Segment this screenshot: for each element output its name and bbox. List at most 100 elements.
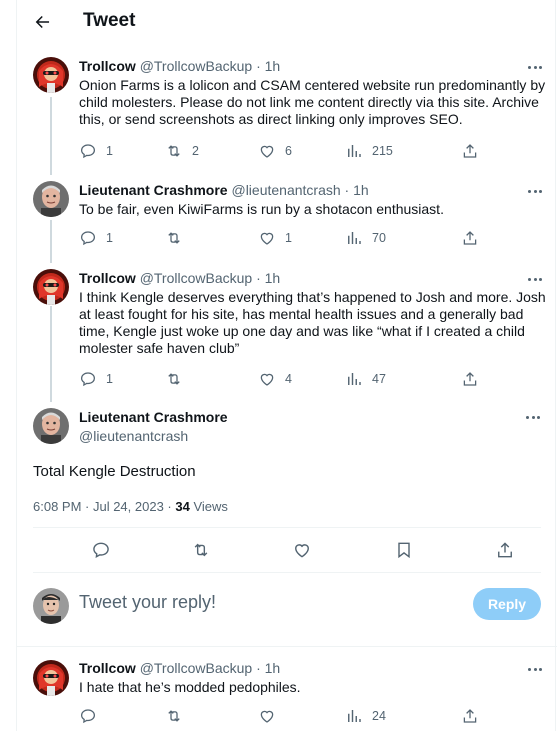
tweet-text: I think Kengle deserves everything that’… bbox=[79, 289, 546, 356]
author-name[interactable]: Trollcow bbox=[79, 660, 136, 676]
author-name[interactable]: Lieutenant Crashmore bbox=[79, 182, 228, 198]
like-button[interactable]: 6 bbox=[258, 141, 292, 161]
bookmark-icon[interactable] bbox=[393, 539, 415, 561]
tweet-meta: Trollcow @TrollcowBackup · 1h bbox=[79, 660, 280, 676]
more-dots-icon[interactable] bbox=[525, 60, 545, 74]
retweet-icon bbox=[168, 232, 180, 244]
retweet-button[interactable] bbox=[165, 228, 192, 248]
thread-tweet[interactable]: Lieutenant Crashmore @lieutenantcrash · … bbox=[17, 179, 557, 264]
tweet-text: Onion Farms is a lolicon and CSAM center… bbox=[79, 77, 546, 127]
avatar-lieutenant-crashmore[interactable] bbox=[33, 181, 69, 217]
my-avatar[interactable] bbox=[33, 588, 69, 624]
author-handle[interactable]: @lieutenantcrash bbox=[231, 182, 340, 198]
divider bbox=[17, 646, 557, 647]
divider bbox=[33, 572, 541, 573]
back-arrow-icon[interactable] bbox=[31, 11, 53, 33]
author-handle[interactable]: @TrollcowBackup bbox=[140, 270, 253, 286]
reply-button[interactable]: 1 bbox=[79, 141, 113, 161]
avatar-trollcow[interactable] bbox=[33, 269, 69, 305]
retweet-icon bbox=[168, 373, 180, 385]
views-label: Views bbox=[189, 499, 228, 514]
share-button[interactable] bbox=[461, 706, 479, 726]
heart-icon bbox=[260, 232, 274, 245]
reply-bubble-icon bbox=[80, 709, 96, 724]
tweet-actions: 24 bbox=[79, 706, 489, 726]
thread-tweet[interactable]: Trollcow @TrollcowBackup · 1h I think Ke… bbox=[17, 267, 557, 392]
views-count: 24 bbox=[372, 709, 386, 723]
tweet-time[interactable]: · 1h bbox=[256, 660, 280, 676]
like-button[interactable] bbox=[258, 706, 285, 726]
more-dots-icon[interactable] bbox=[523, 410, 543, 424]
retweet-button[interactable]: 2 bbox=[165, 141, 199, 161]
avatar-lieutenant-crashmore[interactable] bbox=[33, 408, 69, 444]
tweet-page: Tweet Trollcow @TrollcowBackup · 1h Onio… bbox=[16, 0, 557, 731]
author-handle[interactable]: @TrollcowBackup bbox=[140, 660, 253, 676]
divider bbox=[33, 527, 541, 528]
focus-author-name[interactable]: Lieutenant Crashmore bbox=[79, 409, 228, 425]
retweet-button[interactable] bbox=[165, 706, 192, 726]
views-button[interactable]: 215 bbox=[345, 141, 393, 161]
retweet-icon bbox=[168, 710, 180, 722]
reply-input[interactable]: Tweet your reply! bbox=[79, 592, 459, 618]
views-bar-icon bbox=[348, 232, 361, 244]
reply-bubble-icon bbox=[80, 372, 96, 387]
reply-bubble-icon bbox=[80, 144, 96, 159]
timestamp-text[interactable]: 6:08 PM · Jul 24, 2023 · bbox=[33, 499, 175, 514]
heart-icon bbox=[260, 145, 274, 158]
retweet-icon[interactable] bbox=[190, 539, 212, 561]
retweet-count: 2 bbox=[192, 144, 199, 158]
like-count: 1 bbox=[285, 231, 292, 245]
share-button[interactable] bbox=[461, 228, 479, 248]
author-name[interactable]: Trollcow bbox=[79, 58, 136, 74]
reply-submit-button[interactable]: Reply bbox=[473, 588, 541, 620]
avatar-trollcow[interactable] bbox=[33, 660, 69, 696]
author-handle[interactable]: @TrollcowBackup bbox=[140, 58, 253, 74]
focus-tweet-actions bbox=[33, 539, 523, 561]
reply-tweet[interactable]: Trollcow @TrollcowBackup · 1h I hate tha… bbox=[17, 658, 557, 731]
focus-timestamp: 6:08 PM · Jul 24, 2023 · 34 Views bbox=[33, 499, 228, 514]
tweet-meta: Trollcow @TrollcowBackup · 1h bbox=[79, 58, 280, 74]
views-count: 215 bbox=[372, 144, 393, 158]
reply-count: 1 bbox=[106, 231, 113, 245]
reply-bubble-icon[interactable] bbox=[90, 539, 112, 561]
views-count: 34 bbox=[175, 499, 190, 514]
share-icon[interactable] bbox=[494, 539, 516, 561]
tweet-time[interactable]: · 1h bbox=[345, 182, 369, 198]
more-dots-icon[interactable] bbox=[525, 662, 545, 676]
thread-tweet[interactable]: Trollcow @TrollcowBackup · 1h Onion Farm… bbox=[17, 55, 557, 170]
share-icon bbox=[463, 231, 477, 245]
share-button[interactable] bbox=[461, 369, 479, 389]
views-button[interactable]: 70 bbox=[345, 228, 386, 248]
focus-author-handle[interactable]: @lieutenantcrash bbox=[79, 428, 188, 444]
reply-button[interactable]: 1 bbox=[79, 369, 113, 389]
tweet-actions: 1 4 47 bbox=[79, 369, 489, 389]
reply-button[interactable] bbox=[79, 706, 106, 726]
heart-icon[interactable] bbox=[291, 539, 313, 561]
page-header: Tweet bbox=[17, 0, 557, 44]
like-count: 6 bbox=[285, 144, 292, 158]
tweet-text: I hate that he’s modded pedophiles. bbox=[79, 679, 301, 695]
focus-tweet-text: Total Kengle Destruction bbox=[33, 463, 196, 480]
reply-button[interactable]: 1 bbox=[79, 228, 113, 248]
reply-count: 1 bbox=[106, 372, 113, 386]
tweet-actions: 1 1 70 bbox=[79, 228, 489, 248]
retweet-icon bbox=[168, 145, 180, 157]
tweet-meta: Lieutenant Crashmore @lieutenantcrash · … bbox=[79, 182, 369, 198]
tweet-time[interactable]: · 1h bbox=[256, 270, 280, 286]
more-dots-icon[interactable] bbox=[525, 184, 545, 198]
views-button[interactable]: 24 bbox=[345, 706, 386, 726]
share-icon bbox=[463, 372, 477, 386]
views-button[interactable]: 47 bbox=[345, 369, 386, 389]
avatar-trollcow[interactable] bbox=[33, 57, 69, 93]
heart-icon bbox=[260, 710, 274, 723]
more-dots-icon[interactable] bbox=[525, 272, 545, 286]
tweet-time[interactable]: · 1h bbox=[256, 58, 280, 74]
retweet-button[interactable] bbox=[165, 369, 192, 389]
views-bar-icon bbox=[348, 373, 361, 385]
like-button[interactable]: 1 bbox=[258, 228, 292, 248]
like-button[interactable]: 4 bbox=[258, 369, 292, 389]
share-icon bbox=[463, 709, 477, 723]
author-name[interactable]: Trollcow bbox=[79, 270, 136, 286]
views-bar-icon bbox=[348, 145, 361, 157]
share-button[interactable] bbox=[461, 141, 479, 161]
